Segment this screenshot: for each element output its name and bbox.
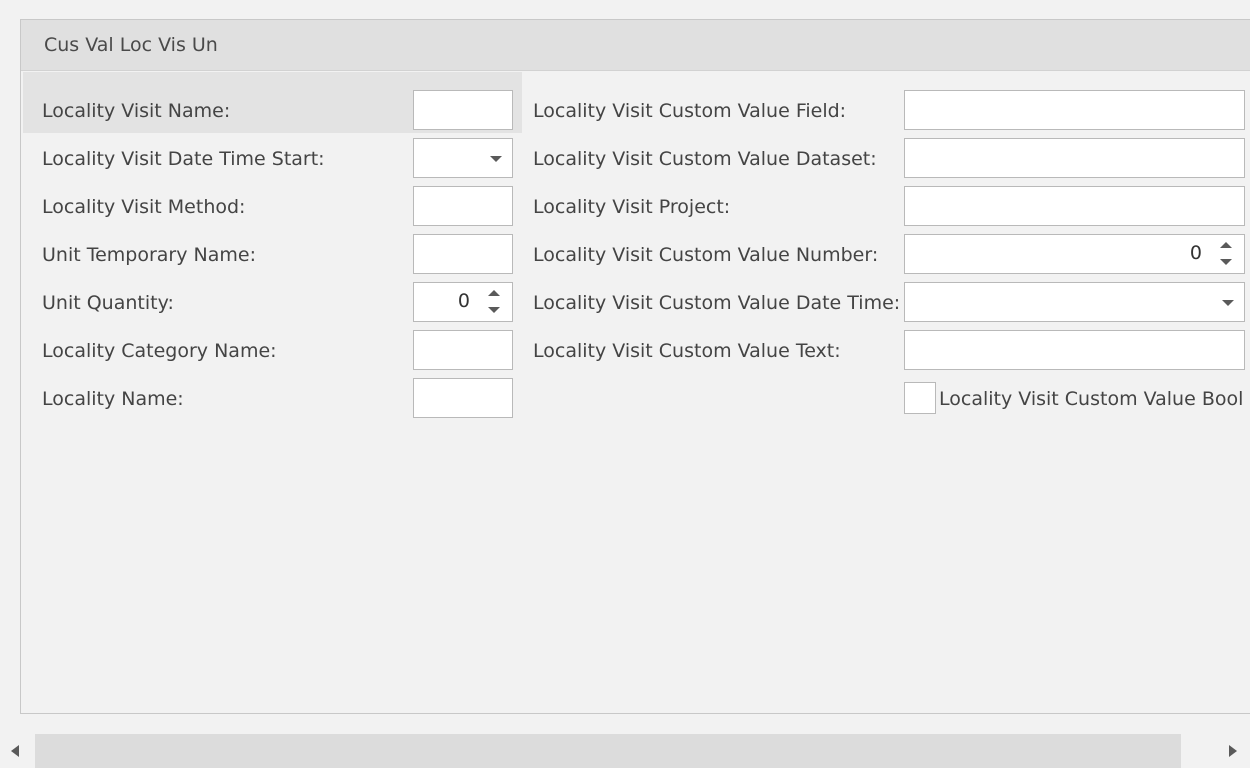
custom-value-bool-checkbox[interactable] [904,382,936,414]
date-time-start-label: Locality Visit Date Time Start: [42,148,325,170]
custom-value-number-spinner[interactable]: 0 [904,234,1245,274]
locality-category-name-label: Locality Category Name: [42,340,277,362]
locality-visit-name-label: Locality Visit Name: [42,100,231,122]
group-title: Cus Val Loc Vis Un [44,34,218,56]
spin-up-icon[interactable] [488,290,500,296]
scroll-right-icon[interactable] [1229,745,1237,757]
custom-value-field-label: Locality Visit Custom Value Field: [533,100,847,122]
custom-value-number-label: Locality Visit Custom Value Number: [533,244,879,266]
unit-temporary-name-label: Unit Temporary Name: [42,244,256,266]
group-header: Cus Val Loc Vis Un [21,20,1250,71]
custom-value-date-time-label: Locality Visit Custom Value Date Time: [533,292,901,314]
locality-visit-name-input[interactable] [413,90,513,130]
chevron-down-icon[interactable] [1222,300,1234,306]
custom-value-text-label: Locality Visit Custom Value Text: [533,340,841,362]
date-time-start-combo[interactable] [413,138,513,178]
custom-value-dataset-input[interactable] [904,138,1245,178]
method-input[interactable] [413,186,513,226]
spin-down-icon[interactable] [1220,259,1232,265]
unit-quantity-value: 0 [457,290,470,312]
scroll-left-icon[interactable] [11,745,19,757]
unit-quantity-label: Unit Quantity: [42,292,174,314]
custom-value-number-value: 0 [1189,242,1202,264]
spin-up-icon[interactable] [1220,242,1232,248]
unit-quantity-spinner[interactable]: 0 [413,282,513,322]
project-label: Locality Visit Project: [533,196,731,218]
scrollbar-thumb[interactable] [35,734,1181,768]
custom-value-date-time-combo[interactable] [904,282,1245,322]
locality-name-label: Locality Name: [42,388,184,410]
custom-value-text-input[interactable] [904,330,1245,370]
locality-category-name-input[interactable] [413,330,513,370]
chevron-down-icon[interactable] [490,156,502,162]
spin-down-icon[interactable] [488,307,500,313]
custom-value-dataset-label: Locality Visit Custom Value Dataset: [533,148,877,170]
project-input[interactable] [904,186,1245,226]
unit-temporary-name-input[interactable] [413,234,513,274]
custom-value-field-input[interactable] [904,90,1245,130]
locality-name-input[interactable] [413,378,513,418]
custom-value-bool-label[interactable]: Locality Visit Custom Value Bool [939,387,1243,411]
method-label: Locality Visit Method: [42,196,246,218]
horizontal-scrollbar[interactable] [0,730,1250,768]
